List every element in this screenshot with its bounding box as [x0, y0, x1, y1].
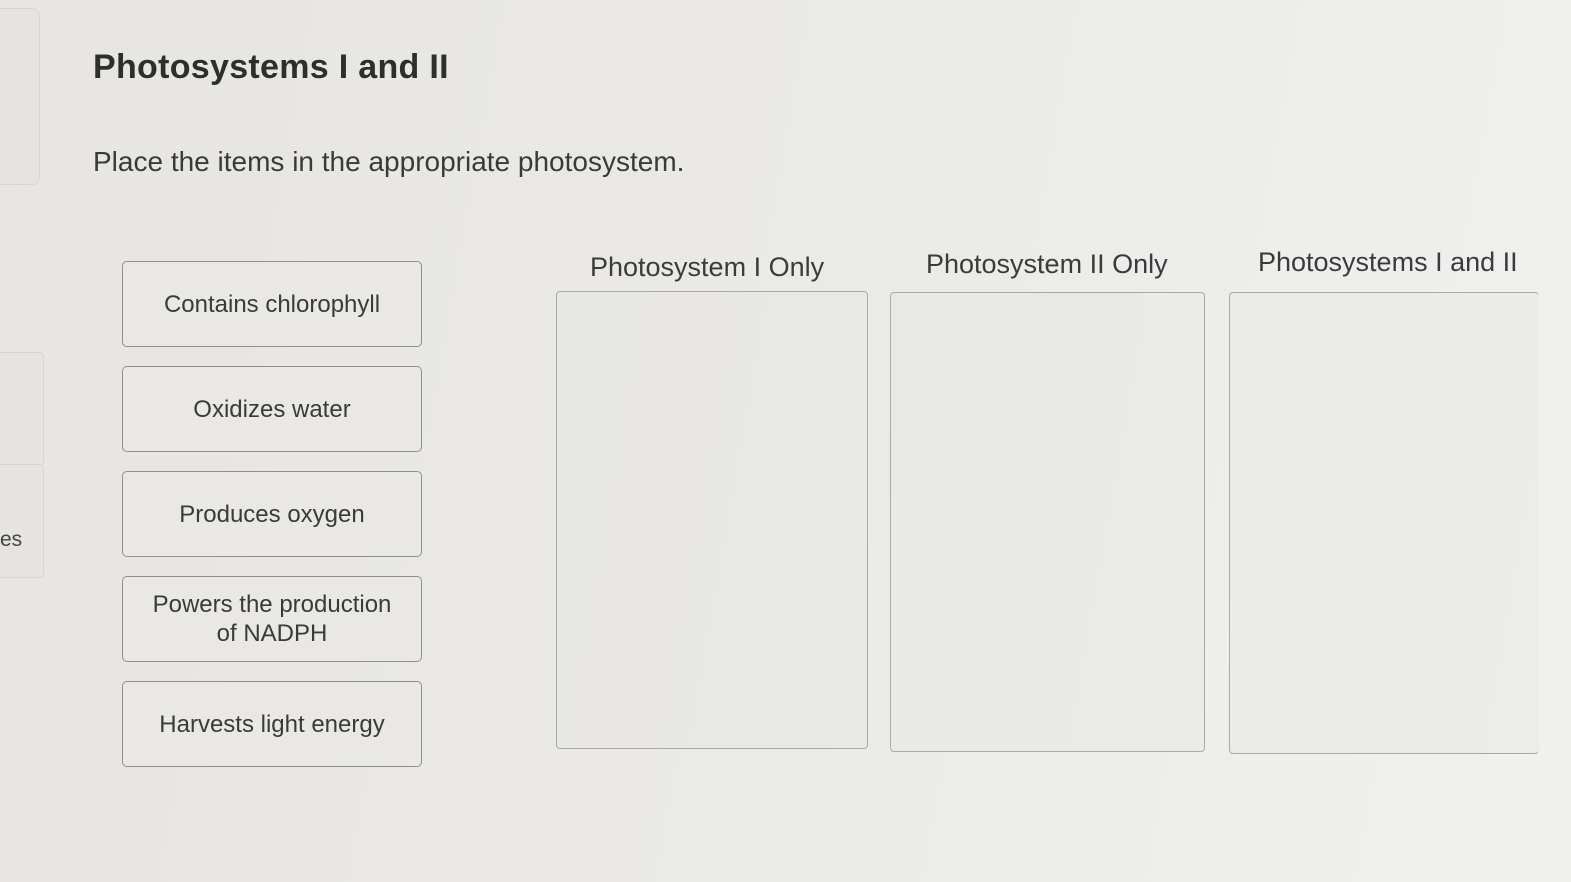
item-label: Oxidizes water	[193, 395, 351, 423]
zone-header-photosystem-2: Photosystem II Only	[926, 249, 1168, 279]
draggable-item-powers-nadph[interactable]: Powers the production of NADPH	[122, 576, 422, 662]
drop-zone-photosystem-1[interactable]	[556, 291, 868, 749]
sidebar-tab-resources[interactable]	[0, 464, 44, 578]
item-label-line-2: of NADPH	[216, 620, 328, 647]
zone-header-photosystem-1: Photosystem I Only	[590, 252, 825, 282]
draggable-item-oxidizes-water[interactable]: Oxidizes water	[122, 366, 422, 452]
draggable-item-contains-chlorophyll[interactable]: Contains chlorophyll	[122, 261, 422, 347]
instruction-text: Place the items in the appropriate photo…	[93, 146, 685, 177]
sidebar-tab-label: es	[0, 528, 23, 551]
drop-zone-both[interactable]	[1229, 292, 1539, 754]
item-label: Produces oxygen	[179, 500, 365, 528]
draggable-item-harvests-light[interactable]: Harvests light energy	[122, 681, 422, 767]
draggable-item-produces-oxygen[interactable]: Produces oxygen	[122, 471, 422, 557]
zone-header-both: Photosystems I and II	[1258, 247, 1518, 277]
drop-zone-photosystem-2[interactable]	[890, 292, 1205, 752]
sidebar-tab-middle[interactable]	[0, 352, 44, 466]
page-title: Photosystems I and II	[93, 48, 449, 86]
item-label: Contains chlorophyll	[163, 290, 381, 318]
sidebar-tab-top[interactable]	[0, 8, 40, 185]
item-label-line-1: Powers the production	[152, 591, 392, 618]
item-label: Harvests light energy	[159, 710, 385, 738]
